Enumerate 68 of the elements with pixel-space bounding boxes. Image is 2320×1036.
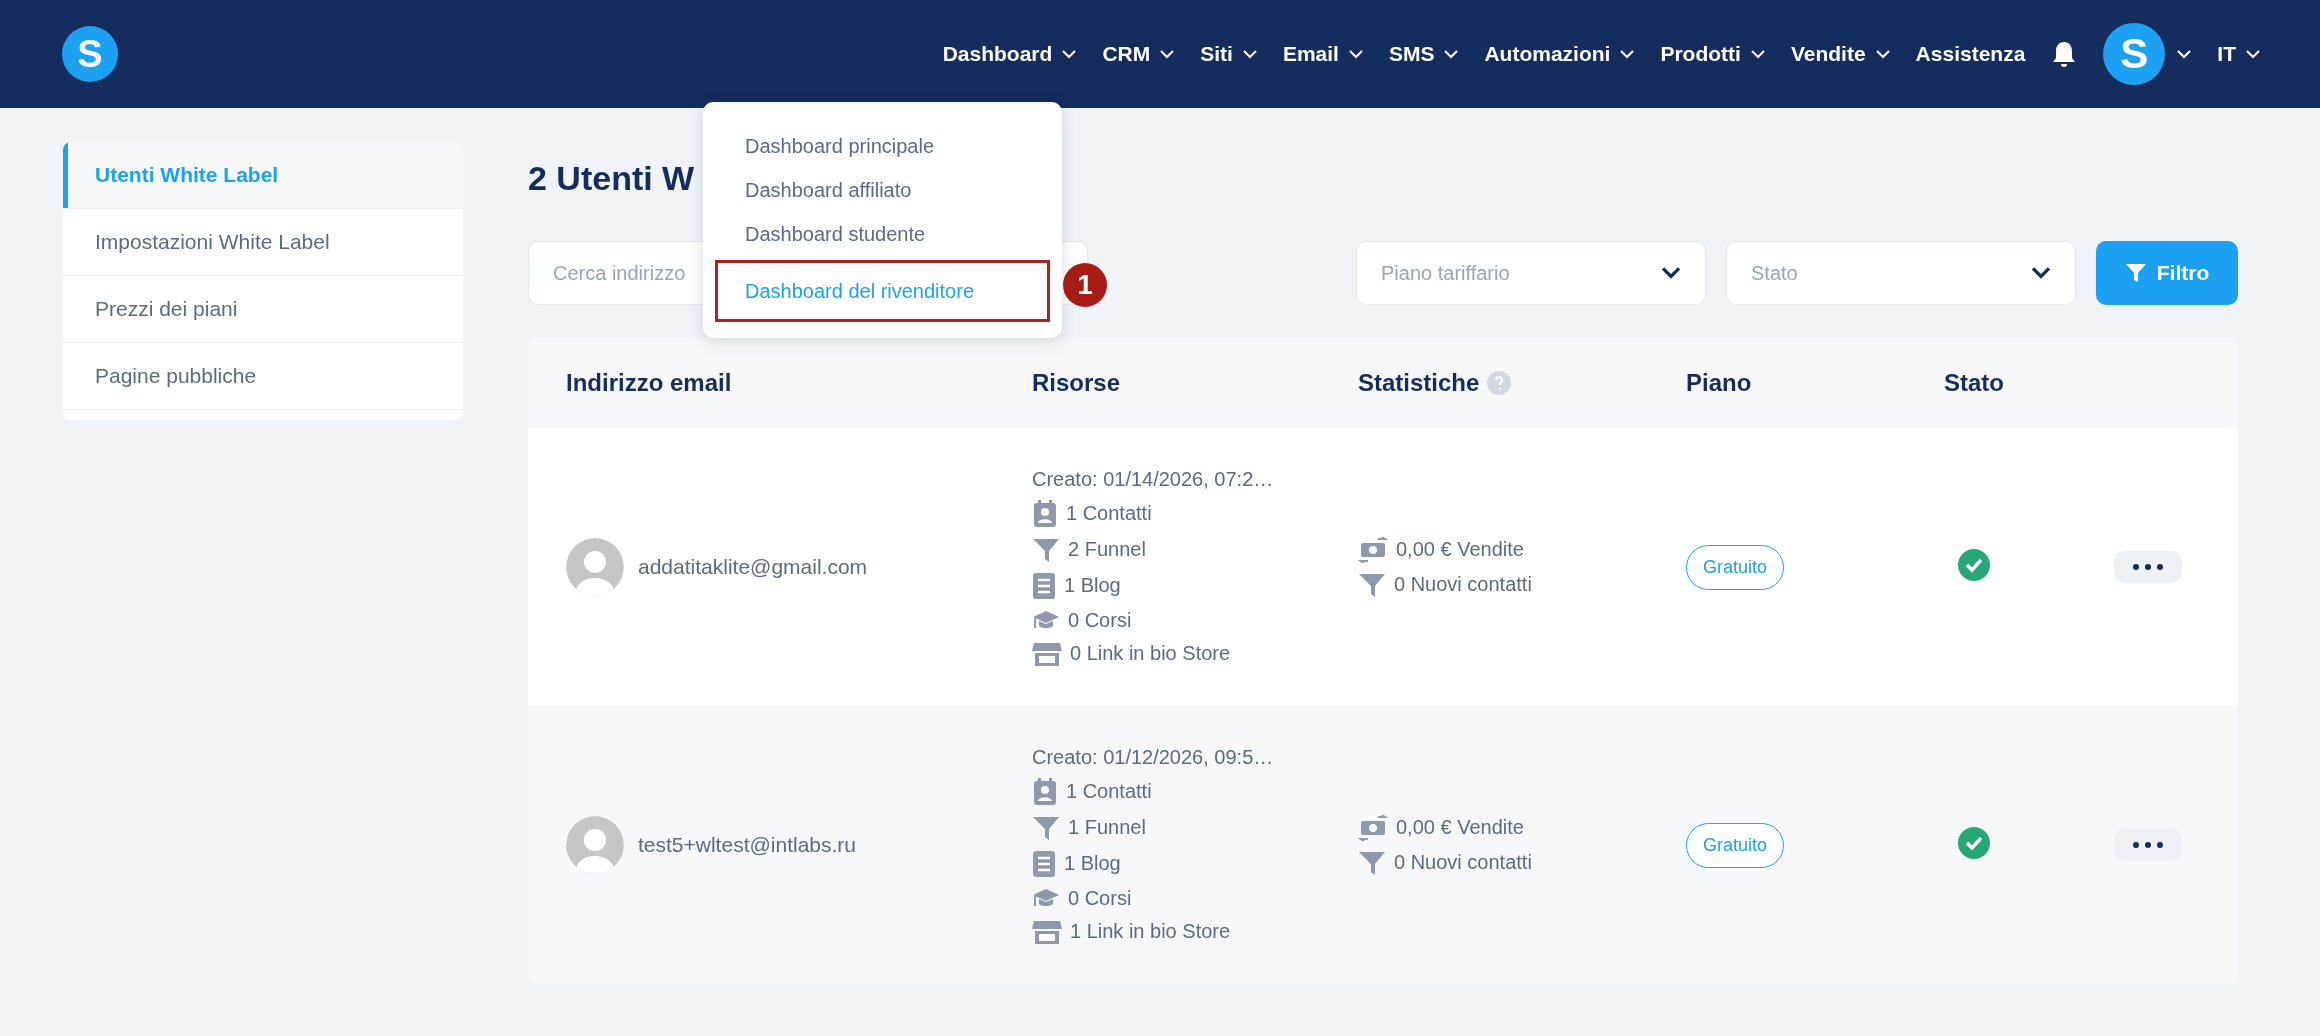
contact-card-icon (1032, 777, 1058, 806)
more-icon (2133, 564, 2163, 570)
menu-item[interactable]: Dashboard principale (715, 124, 1050, 168)
nav-menu-item[interactable]: Siti (1200, 42, 1257, 66)
more-options-button[interactable] (2114, 551, 2182, 583)
resource-count: 1 Blog (1064, 852, 1121, 875)
step-badge: 1 (1063, 263, 1107, 307)
created-date: Creato: 01/12/2026, 09:5… (1032, 745, 1275, 769)
storefront-icon (1032, 918, 1062, 945)
funnel-icon (2124, 262, 2147, 284)
funnel-icon (1032, 814, 1060, 841)
resource-count: 1 Contatti (1066, 502, 1152, 525)
menu-item[interactable]: Dashboard del rivenditore (715, 260, 1050, 322)
resource-count: 2 Funnel (1068, 538, 1146, 561)
funnel-icon (1358, 849, 1386, 876)
language-selector[interactable]: IT (2217, 42, 2260, 66)
resource-count: 0 Corsi (1068, 886, 1132, 910)
page-title: 2 Utenti W (528, 158, 695, 199)
nav-menu-item[interactable]: Dashboard (942, 42, 1077, 66)
more-icon (2133, 842, 2163, 848)
statistic: 0,00 € Vendite (1396, 538, 1524, 561)
resource-count: 1 Link in bio Store (1070, 920, 1231, 943)
resource-count: 0 Corsi (1068, 608, 1132, 632)
plan-badge: Gratuito (1686, 822, 1785, 868)
created-date: Creato: 01/14/2026, 07:2… (1032, 467, 1275, 491)
graduation-cap-icon (1032, 887, 1060, 909)
bell-icon[interactable] (2051, 40, 2078, 68)
statistic: 0 Nuovi contatti (1394, 851, 1532, 874)
funnel-icon (1358, 571, 1386, 598)
document-icon (1032, 571, 1056, 600)
email-address: test5+wltest@intlabs.ru (638, 833, 856, 857)
caret-icon (1661, 267, 1681, 279)
nav-menu-item[interactable]: SMS (1388, 42, 1459, 66)
statistic: 0,00 € Vendite (1396, 816, 1524, 839)
banknote-icon (1358, 814, 1388, 841)
banknote-icon (1358, 536, 1388, 563)
caret-icon (2031, 267, 2051, 279)
more-options-button[interactable] (2114, 829, 2182, 861)
plan-badge: Gratuito (1686, 544, 1785, 590)
caret-icon (2177, 49, 2192, 59)
document-icon (1032, 849, 1056, 878)
statistic: 0 Nuovi contatti (1394, 573, 1532, 596)
column-header: Statistiche (1358, 369, 1686, 397)
resource-count: 0 Link in bio Store (1070, 642, 1231, 665)
menu-item[interactable]: Dashboard studente (715, 212, 1050, 256)
caret-icon (2246, 49, 2260, 59)
nav-menu-item[interactable]: Email (1282, 42, 1363, 66)
funnel-icon (1032, 536, 1060, 563)
storefront-icon (1032, 640, 1062, 667)
contact-card-icon (1032, 499, 1058, 528)
menu-item[interactable]: Dashboard affiliato (715, 168, 1050, 212)
nav-menu-item[interactable]: Automazioni (1484, 42, 1635, 66)
column-header: Stato (1944, 369, 2005, 397)
column-header: Indirizzo email (566, 369, 733, 397)
nav-menu-item[interactable]: Vendite (1790, 42, 1890, 66)
column-header: Piano (1686, 369, 1753, 397)
filter-button[interactable]: Filtro (2096, 241, 2238, 305)
nav-menu-item[interactable]: Assistenza (1915, 42, 2026, 66)
nav-menu-item[interactable]: Prodotti (1660, 42, 1765, 66)
email-address: addatitaklite@gmail.com (638, 555, 868, 579)
graduation-cap-icon (1032, 609, 1060, 631)
resource-count: 1 Funnel (1068, 816, 1146, 839)
logo[interactable]: S (62, 26, 118, 82)
nav-menu-item[interactable]: CRM (1102, 42, 1175, 66)
column-header: Risorse (1032, 369, 1122, 397)
resource-count: 1 Blog (1064, 574, 1121, 597)
resource-count: 1 Contatti (1066, 780, 1152, 803)
user-avatar[interactable]: S (2103, 23, 2166, 85)
